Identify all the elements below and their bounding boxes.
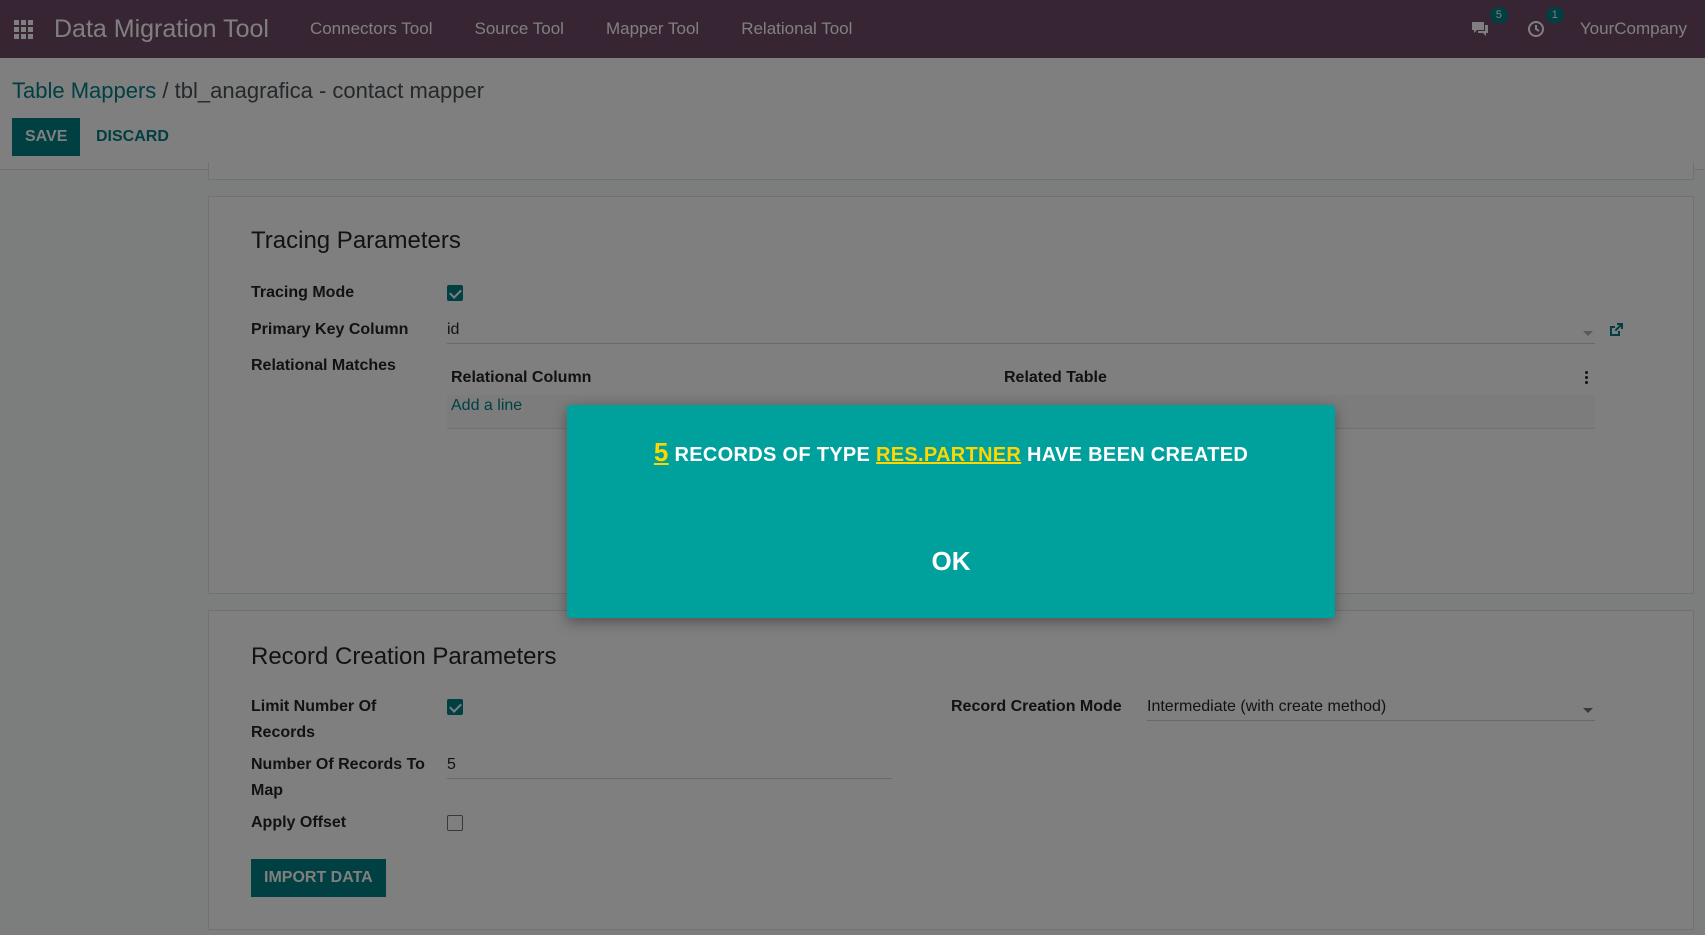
ok-button[interactable]: OK (901, 539, 1001, 583)
record-count: 5 (653, 437, 669, 467)
records-created-dialog: 5 RECORDS OF TYPE RES.PARTNER HAVE BEEN … (567, 405, 1335, 618)
message-part-1: RECORDS OF TYPE (668, 444, 877, 466)
dialog-message: 5 RECORDS OF TYPE RES.PARTNER HAVE BEEN … (567, 437, 1335, 468)
record-model-link[interactable]: RES.PARTNER (876, 444, 1021, 466)
message-part-2: HAVE BEEN CREATED (1021, 444, 1249, 466)
